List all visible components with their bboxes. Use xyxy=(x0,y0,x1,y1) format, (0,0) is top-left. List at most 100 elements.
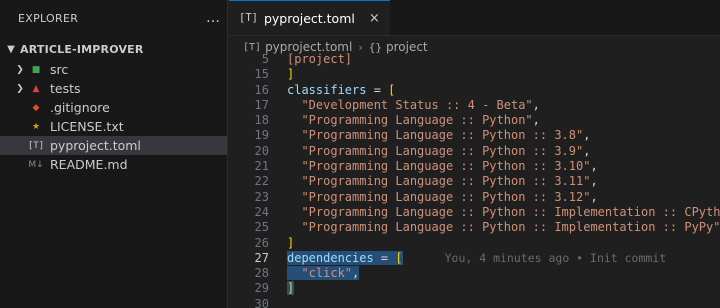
code-line[interactable]: 17 "Development Status :: 4 - Beta", xyxy=(229,98,720,113)
line-number: 17 xyxy=(254,97,269,112)
code-line[interactable]: 24 "Programming Language :: Python :: Im… xyxy=(229,205,720,220)
token-punct: , xyxy=(352,266,360,281)
explorer-title: EXPLORER xyxy=(18,11,79,25)
line-text: classifiers = [ xyxy=(269,83,395,98)
code-line[interactable]: 26] xyxy=(229,236,720,251)
line-number: 26 xyxy=(254,235,269,250)
token-punct xyxy=(287,220,301,234)
line-text: "Programming Language :: Python :: 3.9", xyxy=(269,144,590,159)
token-punct: = xyxy=(373,250,396,265)
folder-src-icon: ■ xyxy=(31,64,41,75)
tree-item-label: README.md xyxy=(50,157,128,172)
chevron-down-icon: ▼ xyxy=(7,43,15,55)
tree-item-label: pyproject.toml xyxy=(50,138,141,153)
token-str: "Programming Language :: Python :: 3.11" xyxy=(301,174,591,189)
file-tree: ❯ ■ src ❯ ▲ tests ◆ .gitignore ★ LICENSE.txt [T] py… xyxy=(0,60,227,174)
tree-item-label: .gitignore xyxy=(50,100,110,115)
tree-item-readme-md[interactable]: M↓ README.md xyxy=(0,155,227,174)
line-text: "Programming Language :: Python :: 3.8", xyxy=(269,128,590,143)
git-blame-annotation: You, 4 minutes ago • Init commit xyxy=(444,250,667,265)
toml-file-icon: [T] xyxy=(243,41,262,53)
code-editor[interactable]: 5 [project] 15] 16 classifiers = [17 "Deve… xyxy=(229,52,720,308)
tree-item-label: tests xyxy=(50,81,81,96)
license-icon: ★ xyxy=(31,121,41,132)
git-icon: ◆ xyxy=(32,102,40,113)
line-text: ] xyxy=(269,281,295,296)
line-number: 28 xyxy=(254,266,269,281)
line-text: dependencies = [ You, 4 minutes ago • Ini… xyxy=(269,250,667,266)
token-bracket: [ xyxy=(395,250,403,265)
token-bracket: ] xyxy=(287,67,295,82)
code-line[interactable]: 30 xyxy=(229,297,720,308)
code-line[interactable]: 15] xyxy=(229,67,720,82)
explorer-header: EXPLORER … xyxy=(0,0,227,36)
token-punct xyxy=(287,113,301,127)
token-punct xyxy=(287,159,301,173)
sticky-scroll-line[interactable]: 5 [project] xyxy=(229,52,720,67)
tree-item-src[interactable]: ❯ ■ src xyxy=(0,60,227,79)
workspace-root[interactable]: ▼ ARTICLE-IMPROVER xyxy=(0,38,227,60)
code-line[interactable]: 20 "Programming Language :: Python :: 3.… xyxy=(229,144,720,159)
line-text: "Programming Language :: Python :: Imple… xyxy=(269,220,720,235)
workspace-root-label: ARTICLE-IMPROVER xyxy=(20,42,144,56)
folder-tests-icon: ▲ xyxy=(32,83,40,94)
token-key: dependencies xyxy=(287,250,374,265)
line-number: 23 xyxy=(254,189,269,204)
line-text: "Programming Language :: Python :: Imple… xyxy=(269,205,720,220)
markdown-icon: M↓ xyxy=(28,159,44,170)
tab-bar: [T] pyproject.toml × xyxy=(229,0,720,36)
tree-item-label: LICENSE.txt xyxy=(50,119,124,134)
token-key: classifiers xyxy=(287,82,367,97)
tree-item-pyproject-toml[interactable]: [T] pyproject.toml xyxy=(0,136,227,155)
line-number: 25 xyxy=(254,220,269,235)
code-line[interactable]: 22 "Programming Language :: Python :: 3.… xyxy=(229,174,720,189)
token-punct xyxy=(287,266,301,280)
code-line[interactable]: 18 "Programming Language :: Python", xyxy=(229,113,720,128)
code-line[interactable]: 19 "Programming Language :: Python :: 3.… xyxy=(229,128,720,143)
line-text: "Programming Language :: Python :: 3.10"… xyxy=(269,159,598,174)
line-number: 27 xyxy=(254,250,269,265)
line-text: "Programming Language :: Python :: 3.11"… xyxy=(269,174,597,189)
close-icon[interactable]: × xyxy=(369,11,380,26)
line-number: 19 xyxy=(254,128,269,143)
code-line[interactable]: 25 "Programming Language :: Python :: Im… xyxy=(229,220,720,235)
toml-icon: [T] xyxy=(27,140,45,151)
line-number: 21 xyxy=(254,159,269,174)
line-number: 5 xyxy=(261,52,269,66)
token-punct: = xyxy=(366,82,389,97)
token-punct: , xyxy=(532,113,540,128)
selection-highlight: ] xyxy=(287,281,295,296)
token-punct xyxy=(287,98,301,112)
token-str: "Programming Language :: Python" xyxy=(301,113,533,128)
code-line[interactable]: 21 "Programming Language :: Python :: 3.… xyxy=(229,159,720,174)
token-bracket: ] xyxy=(287,235,295,250)
more-actions-icon[interactable]: … xyxy=(206,10,221,26)
code-line[interactable]: 16 classifiers = [ xyxy=(229,83,720,98)
code-lines: 15] 16 classifiers = [17 "Development Stat… xyxy=(229,67,720,308)
editor-area: [T] pyproject.toml × [T] pyproject.toml … xyxy=(229,0,720,308)
code-line[interactable]: 23 "Programming Language :: Python :: 3.… xyxy=(229,190,720,205)
token-punct: , xyxy=(583,128,591,143)
tree-item-label: src xyxy=(50,62,69,77)
tab-pyproject[interactable]: [T] pyproject.toml × xyxy=(229,0,390,35)
token-str: "Programming Language :: Python :: 3.12" xyxy=(301,189,591,204)
token-str: "Programming Language :: Python :: 3.8" xyxy=(301,128,584,143)
token-punct xyxy=(287,190,301,204)
line-text: [project] xyxy=(287,52,353,66)
tab-label: pyproject.toml xyxy=(263,10,355,26)
line-number: 18 xyxy=(254,113,269,128)
code-line[interactable]: 28 "click", xyxy=(229,266,720,281)
code-line[interactable]: 27 dependencies = [ You, 4 minutes ago • I… xyxy=(229,250,720,266)
tree-item-gitignore[interactable]: ◆ .gitignore xyxy=(0,98,227,117)
line-text: ] xyxy=(269,67,294,82)
line-number: 30 xyxy=(254,296,269,308)
token-punct xyxy=(287,128,301,142)
tree-item-tests[interactable]: ❯ ▲ tests xyxy=(0,79,227,98)
token-str: "Programming Language :: Python :: Imple… xyxy=(301,204,720,219)
token-str: "Programming Language :: Python :: 3.9" xyxy=(301,143,584,158)
token-punct: , xyxy=(590,159,598,174)
line-text: "Programming Language :: Python :: 3.12"… xyxy=(269,189,597,205)
code-line[interactable]: 29] xyxy=(229,281,720,296)
tree-item-license-txt[interactable]: ★ LICENSE.txt xyxy=(0,117,227,136)
chevron-right-icon: ❯ xyxy=(16,64,24,75)
